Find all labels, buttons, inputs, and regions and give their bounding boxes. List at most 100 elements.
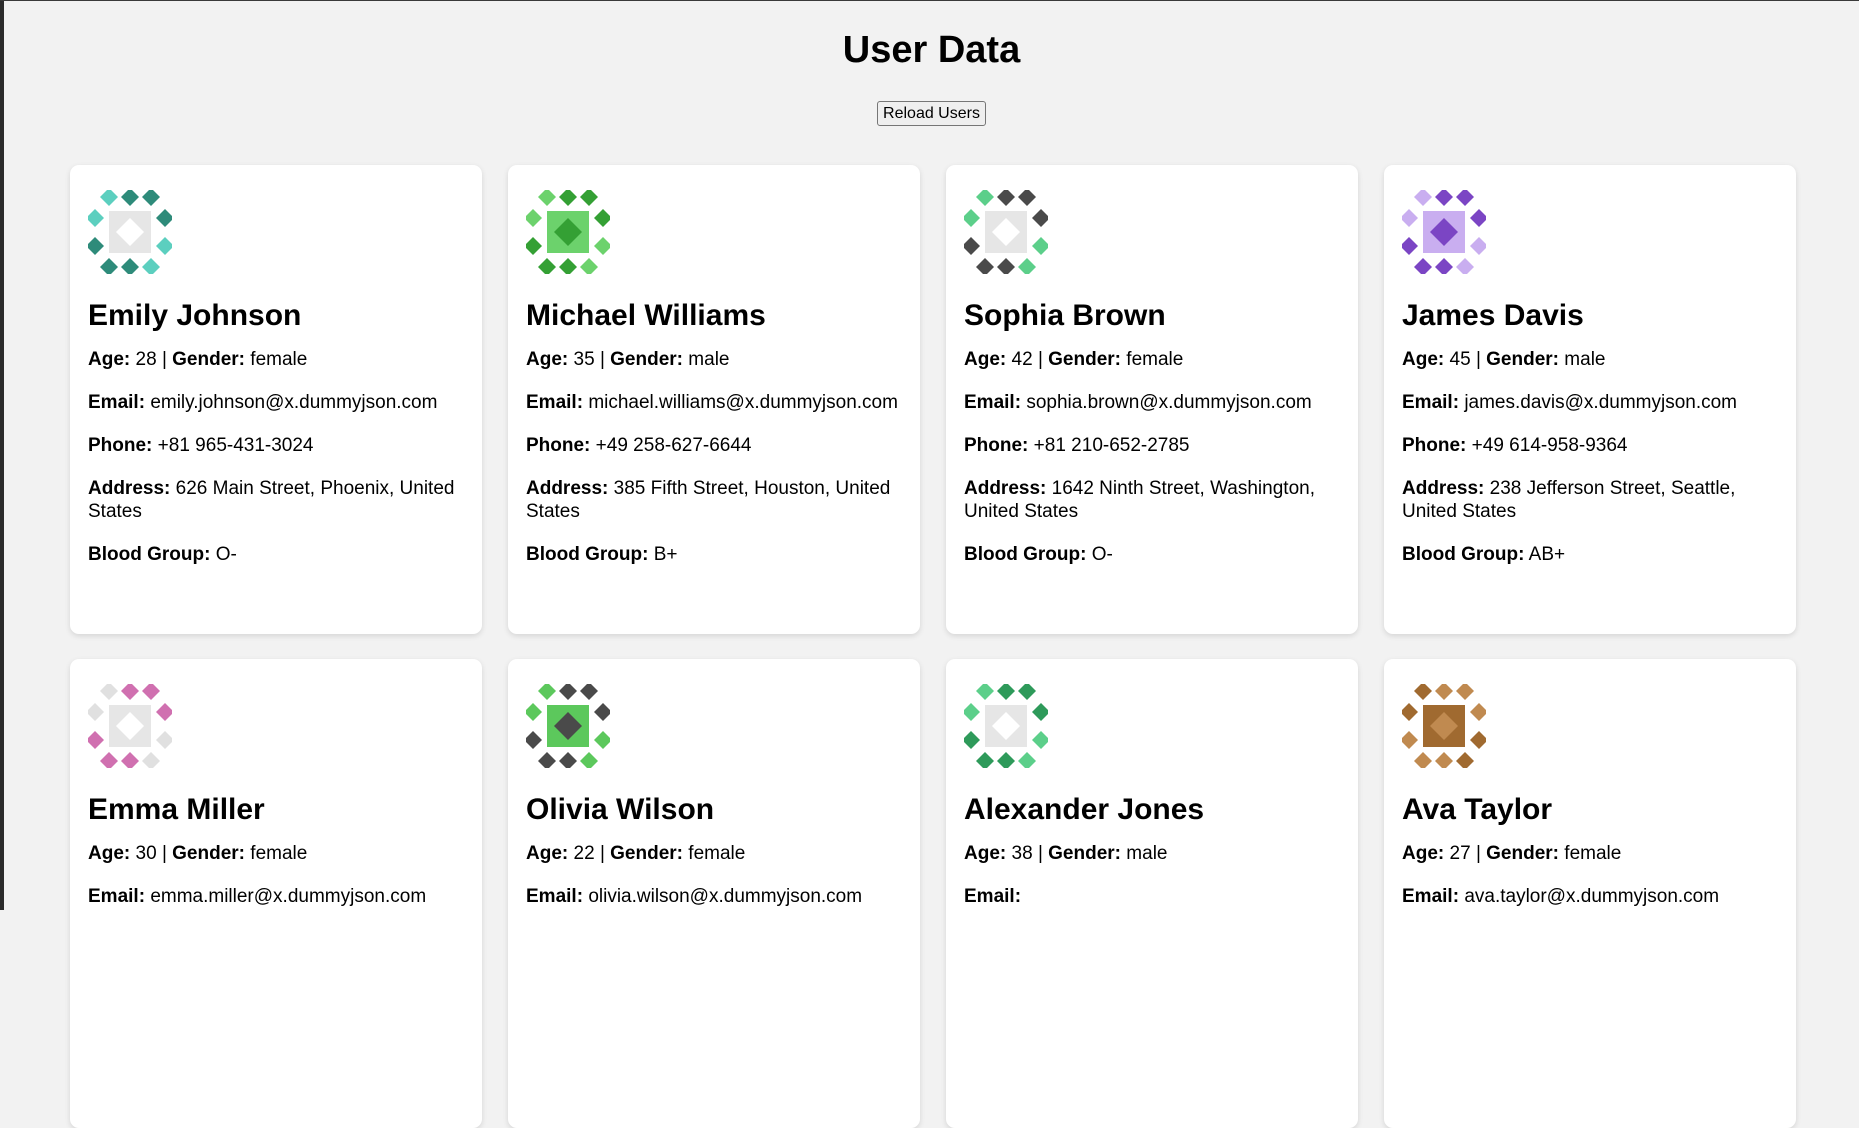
phone-row: Phone: +49 258-627-6644 (526, 434, 902, 457)
age-value: 42 (1011, 349, 1033, 370)
address-label: Address: (88, 478, 171, 499)
user-name: Emma Miller (88, 793, 265, 826)
age-gender-row: Age: 28 | Gender: female (88, 348, 464, 371)
age-label: Age: (1402, 843, 1445, 864)
user-name: Emily Johnson (88, 299, 302, 332)
email-label: Email: (964, 392, 1022, 413)
gender-value: female (250, 843, 308, 864)
blood-group-value: O- (1091, 544, 1113, 565)
email-value: sophia.brown@x.dummyjson.com (1026, 392, 1312, 413)
user-name: Michael Williams (526, 299, 766, 332)
user-card: Sophia Brown Age: 42 | Gender: female Emai… (946, 165, 1358, 634)
blood-group-label: Blood Group: (964, 544, 1087, 565)
user-name: James Davis (1402, 299, 1584, 332)
email-value: emma.miller@x.dummyjson.com (150, 886, 427, 907)
email-row: Email: ava.taylor@x.dummyjson.com (1402, 885, 1778, 908)
phone-value: +81 965-431-3024 (157, 435, 314, 456)
email-label: Email: (1402, 886, 1460, 907)
age-value: 30 (135, 843, 157, 864)
blood-group-row: Blood Group: B+ (526, 543, 902, 566)
user-card: Alexander Jones Age: 38 | Gender: male Ema… (946, 659, 1358, 1128)
blood-group-value: O- (215, 544, 237, 565)
avatar-icon (526, 190, 610, 274)
phone-value: +81 210-652-2785 (1033, 435, 1190, 456)
avatar-icon (1402, 190, 1486, 274)
address-row: Address: 626 Main Street, Phoenix, Unite… (88, 477, 464, 523)
user-name: Olivia Wilson (526, 793, 715, 826)
phone-row: Phone: +81 210-652-2785 (964, 434, 1340, 457)
age-value: 22 (573, 843, 595, 864)
gender-label: Gender: (1486, 843, 1560, 864)
separator: | (161, 843, 167, 864)
age-gender-row: Age: 45 | Gender: male (1402, 348, 1778, 371)
age-label: Age: (88, 843, 131, 864)
phone-label: Phone: (526, 435, 591, 456)
gender-value: male (688, 349, 730, 370)
phone-value: +49 258-627-6644 (595, 435, 752, 456)
user-card: James Davis Age: 45 | Gender: male Email: … (1384, 165, 1796, 634)
age-label: Age: (1402, 349, 1445, 370)
age-gender-row: Age: 35 | Gender: male (526, 348, 902, 371)
age-label: Age: (88, 349, 131, 370)
address-label: Address: (526, 478, 609, 499)
separator: | (599, 349, 605, 370)
gender-value: male (1564, 349, 1606, 370)
email-row: Email: sophia.brown@x.dummyjson.com (964, 391, 1340, 414)
gender-label: Gender: (610, 349, 684, 370)
avatar-icon (88, 684, 172, 768)
phone-label: Phone: (1402, 435, 1467, 456)
email-row: Email: michael.williams@x.dummyjson.com (526, 391, 902, 414)
separator: | (599, 843, 605, 864)
avatar-icon (964, 190, 1048, 274)
age-label: Age: (964, 843, 1007, 864)
blood-group-label: Blood Group: (526, 544, 649, 565)
avatar-icon (526, 684, 610, 768)
age-value: 27 (1449, 843, 1471, 864)
gender-value: male (1126, 843, 1168, 864)
email-row: Email: james.davis@x.dummyjson.com (1402, 391, 1778, 414)
window-top-edge (0, 0, 1859, 1)
email-row: Email: emma.miller@x.dummyjson.com (88, 885, 464, 908)
window-edge (0, 0, 4, 910)
address-label: Address: (1402, 478, 1485, 499)
email-row: Email: olivia.wilson@x.dummyjson.com (526, 885, 902, 908)
page-title: User Data (842, 29, 1021, 71)
email-value: ava.taylor@x.dummyjson.com (1464, 886, 1720, 907)
avatar-icon (964, 684, 1048, 768)
phone-label: Phone: (964, 435, 1029, 456)
address-row: Address: 1642 Ninth Street, Washington, … (964, 477, 1340, 523)
gender-value: female (688, 843, 746, 864)
phone-label: Phone: (88, 435, 153, 456)
email-label: Email: (964, 886, 1022, 907)
age-gender-row: Age: 42 | Gender: female (964, 348, 1340, 371)
user-card: Ava Taylor Age: 27 | Gender: female Email:… (1384, 659, 1796, 1128)
blood-group-label: Blood Group: (88, 544, 211, 565)
reload-users-button[interactable]: Reload Users (877, 101, 986, 126)
email-label: Email: (526, 392, 584, 413)
age-label: Age: (526, 843, 569, 864)
blood-group-row: Blood Group: AB+ (1402, 543, 1778, 566)
age-gender-row: Age: 30 | Gender: female (88, 842, 464, 865)
age-value: 38 (1011, 843, 1033, 864)
user-card: Emma Miller Age: 30 | Gender: female Email… (70, 659, 482, 1128)
user-name: Sophia Brown (964, 299, 1166, 332)
gender-value: female (250, 349, 308, 370)
user-card: Olivia Wilson Age: 22 | Gender: female Ema… (508, 659, 920, 1128)
email-row: Email: (964, 885, 1340, 908)
user-card: Emily Johnson Age: 28 | Gender: female Ema… (70, 165, 482, 634)
user-name: Alexander Jones (964, 793, 1205, 826)
phone-row: Phone: +81 965-431-3024 (88, 434, 464, 457)
email-label: Email: (88, 886, 146, 907)
user-card: Michael Williams Age: 35 | Gender: male Em… (508, 165, 920, 634)
age-value: 28 (135, 349, 157, 370)
user-name: Ava Taylor (1402, 793, 1553, 826)
gender-value: female (1564, 843, 1622, 864)
gender-label: Gender: (172, 349, 246, 370)
email-value: james.davis@x.dummyjson.com (1464, 392, 1738, 413)
age-value: 45 (1449, 349, 1471, 370)
separator: | (1037, 349, 1043, 370)
email-label: Email: (88, 392, 146, 413)
blood-group-value: B+ (653, 544, 678, 565)
blood-group-row: Blood Group: O- (964, 543, 1340, 566)
email-value: olivia.wilson@x.dummyjson.com (588, 886, 863, 907)
